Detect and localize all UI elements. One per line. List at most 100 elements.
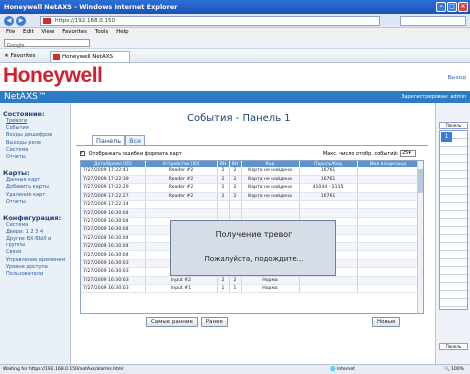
- sidebar-item-card-data[interactable]: Данные карт: [6, 177, 67, 184]
- table-cell: [357, 242, 420, 252]
- table-cell: [357, 167, 420, 176]
- sidebar-heading-cards: Карты:: [3, 169, 30, 178]
- sidebar-item-time-management[interactable]: Управление временем: [6, 257, 67, 263]
- table-row[interactable]: 7/27/2009 17:22:27 Reader #2 2 2 Карта не на…: [81, 192, 420, 202]
- site-header: Honeywell Выход: [0, 63, 470, 91]
- url-text: https://192.168.0.150: [55, 18, 115, 24]
- table-cell: [217, 200, 230, 210]
- sidebar-item-add-cards[interactable]: Добавить карты: [6, 184, 67, 191]
- logged-in-user: Зарегистрирован: admin: [401, 94, 466, 100]
- table-cell: [145, 200, 218, 210]
- browser-tab[interactable]: Honeywell NetAXS: [50, 51, 130, 62]
- sidebar-item-system[interactable]: Система: [6, 147, 67, 154]
- menu-favorites[interactable]: Favorites: [62, 29, 87, 35]
- table-cell: 7/27/2009 16:30:04: [81, 217, 146, 227]
- address-bar: ◀ ▶ https://192.168.0.150: [0, 14, 470, 28]
- table-cell: 7/27/2009 17:22:14: [81, 200, 146, 210]
- menu-help[interactable]: Help: [116, 29, 129, 35]
- sidebar-item-config-system[interactable]: Система: [6, 222, 67, 229]
- max-rows-label: Макс. число отобр. событий:: [322, 151, 399, 157]
- table-cell: [357, 208, 420, 218]
- sidebar-item-io-groups[interactable]: Другие ВХ-ВЫХ и группы: [6, 236, 67, 248]
- logout-link[interactable]: Выход: [447, 75, 466, 81]
- tab-all[interactable]: Все: [125, 135, 146, 145]
- table-cell: 2: [217, 175, 230, 185]
- table-row[interactable]: 7/27/2009 17:22:41 Reader #2 2 2 Карта не на…: [81, 167, 420, 176]
- tab-favicon-icon: [53, 54, 60, 60]
- sidebar-item-relay-outputs[interactable]: Выходы реле: [6, 140, 67, 147]
- live-search-input[interactable]: [400, 16, 466, 26]
- table-cell: [229, 208, 242, 218]
- sidebar-item-reader-inputs[interactable]: Входы дешифров: [6, 132, 67, 139]
- menu-file[interactable]: File: [6, 29, 15, 35]
- table-row[interactable]: 7/27/2009 17:22:29 Reader #2 2 2 Карта не на…: [81, 183, 420, 193]
- event-options: Отображать ошибки формата карт Макс. чис…: [80, 149, 430, 159]
- security-zone: 🌐 Internet: [330, 367, 355, 372]
- minimize-icon[interactable]: –: [436, 2, 446, 12]
- panel-item-1[interactable]: 1: [441, 132, 452, 142]
- grid-scrollbar[interactable]: [417, 161, 423, 313]
- table-row[interactable]: 7/27/2009 16:30:04: [81, 208, 420, 218]
- menu-bar: File Edit View Favorites Tools Help: [0, 28, 470, 37]
- table-cell: Карта не найдена: [241, 192, 300, 202]
- table-cell: [299, 284, 358, 294]
- table-cell: [357, 192, 420, 202]
- page-title: События - Панель 1: [187, 113, 291, 124]
- table-row[interactable]: 7/27/2009 17:22:14: [81, 200, 420, 210]
- sidebar-item-delete-cards[interactable]: Удаление карт: [6, 192, 67, 199]
- maximize-icon[interactable]: □: [447, 2, 457, 12]
- newer-button[interactable]: Новые: [372, 317, 401, 327]
- sidebar-item-alarms[interactable]: Тревоги: [6, 118, 67, 125]
- table-cell: [241, 200, 300, 210]
- table-cell: 2: [229, 192, 242, 202]
- panel-selector-footer: Панель: [439, 343, 468, 350]
- table-row[interactable]: 7/27/2009 16:30:03 Input #1 1 1 Норма: [81, 284, 420, 294]
- table-cell: Reader #2: [145, 183, 218, 193]
- sidebar-item-users[interactable]: Пользователи: [6, 271, 67, 278]
- security-zone-text: Internet: [337, 367, 355, 372]
- zoom-level[interactable]: 🔍 100%: [444, 365, 464, 374]
- google-search-input[interactable]: Google: [4, 39, 90, 49]
- table-cell: Reader #2: [145, 192, 218, 202]
- table-cell: Карта не найдена: [241, 183, 300, 193]
- table-cell: 16761: [299, 175, 358, 185]
- card-format-errors-checkbox[interactable]: [80, 149, 85, 158]
- menu-tools[interactable]: Tools: [95, 29, 109, 35]
- grid-scrollbar-thumb[interactable]: [418, 169, 423, 193]
- table-cell: [357, 200, 420, 210]
- sidebar-item-events[interactable]: События: [6, 125, 67, 132]
- card-format-errors-label: Отображать ошибки формата карт: [88, 151, 182, 157]
- back-icon[interactable]: ◀: [4, 16, 14, 26]
- sidebar-item-card-reports[interactable]: Отчеты: [6, 199, 67, 206]
- table-cell: Reader #2: [145, 167, 218, 176]
- forward-icon[interactable]: ▶: [16, 16, 26, 26]
- earliest-button[interactable]: Самые ранние: [146, 317, 198, 327]
- app-bar: NetAXS™ Зарегистрирован: admin: [0, 91, 470, 103]
- table-cell: [357, 183, 420, 193]
- favorites-label[interactable]: Favorites: [11, 53, 36, 59]
- sidebar-item-doors[interactable]: Двери: 1 2 3 4: [6, 229, 67, 236]
- table-cell: Reader #2: [145, 175, 218, 185]
- menu-edit[interactable]: Edit: [23, 29, 34, 35]
- menu-view[interactable]: View: [41, 29, 54, 35]
- table-cell: 7/27/2009 17:22:41: [81, 167, 146, 176]
- table-row[interactable]: 7/27/2009 16:30:03 Input #2 2 2 Норма: [81, 276, 420, 285]
- close-icon[interactable]: ×: [458, 2, 468, 12]
- sidebar-item-reports[interactable]: Отчеты: [6, 154, 67, 161]
- sidebar: Состояние: Тревоги События Входы дешифро…: [0, 103, 71, 364]
- max-rows-select[interactable]: 25▾: [400, 150, 416, 157]
- earlier-button[interactable]: Ранее: [200, 317, 228, 327]
- url-input[interactable]: https://192.168.0.150: [40, 16, 380, 26]
- honeywell-favicon-icon: [43, 18, 51, 24]
- sidebar-item-access-levels[interactable]: Уровни доступа: [6, 264, 67, 271]
- main-content: События - Панель 1 Панель Все Отображать…: [72, 103, 434, 364]
- favorites-star-icon[interactable]: ★: [4, 53, 9, 59]
- table-cell: 7/27/2009 17:22:39: [81, 175, 146, 185]
- tab-panel[interactable]: Панель: [92, 135, 126, 145]
- table-cell: 7/27/2009 17:22:29: [81, 183, 146, 193]
- status-bar: Waiting for https://192.168.0.150/netAxs…: [0, 364, 470, 374]
- table-row[interactable]: 7/27/2009 17:22:39 Reader #2 2 2 Карта не на…: [81, 175, 420, 185]
- sidebar-item-links[interactable]: Связи: [6, 249, 67, 256]
- panel-selector: Панель 1 Панель: [435, 103, 470, 364]
- max-rows-control: Макс. число отобр. событий: 25▾: [323, 150, 416, 159]
